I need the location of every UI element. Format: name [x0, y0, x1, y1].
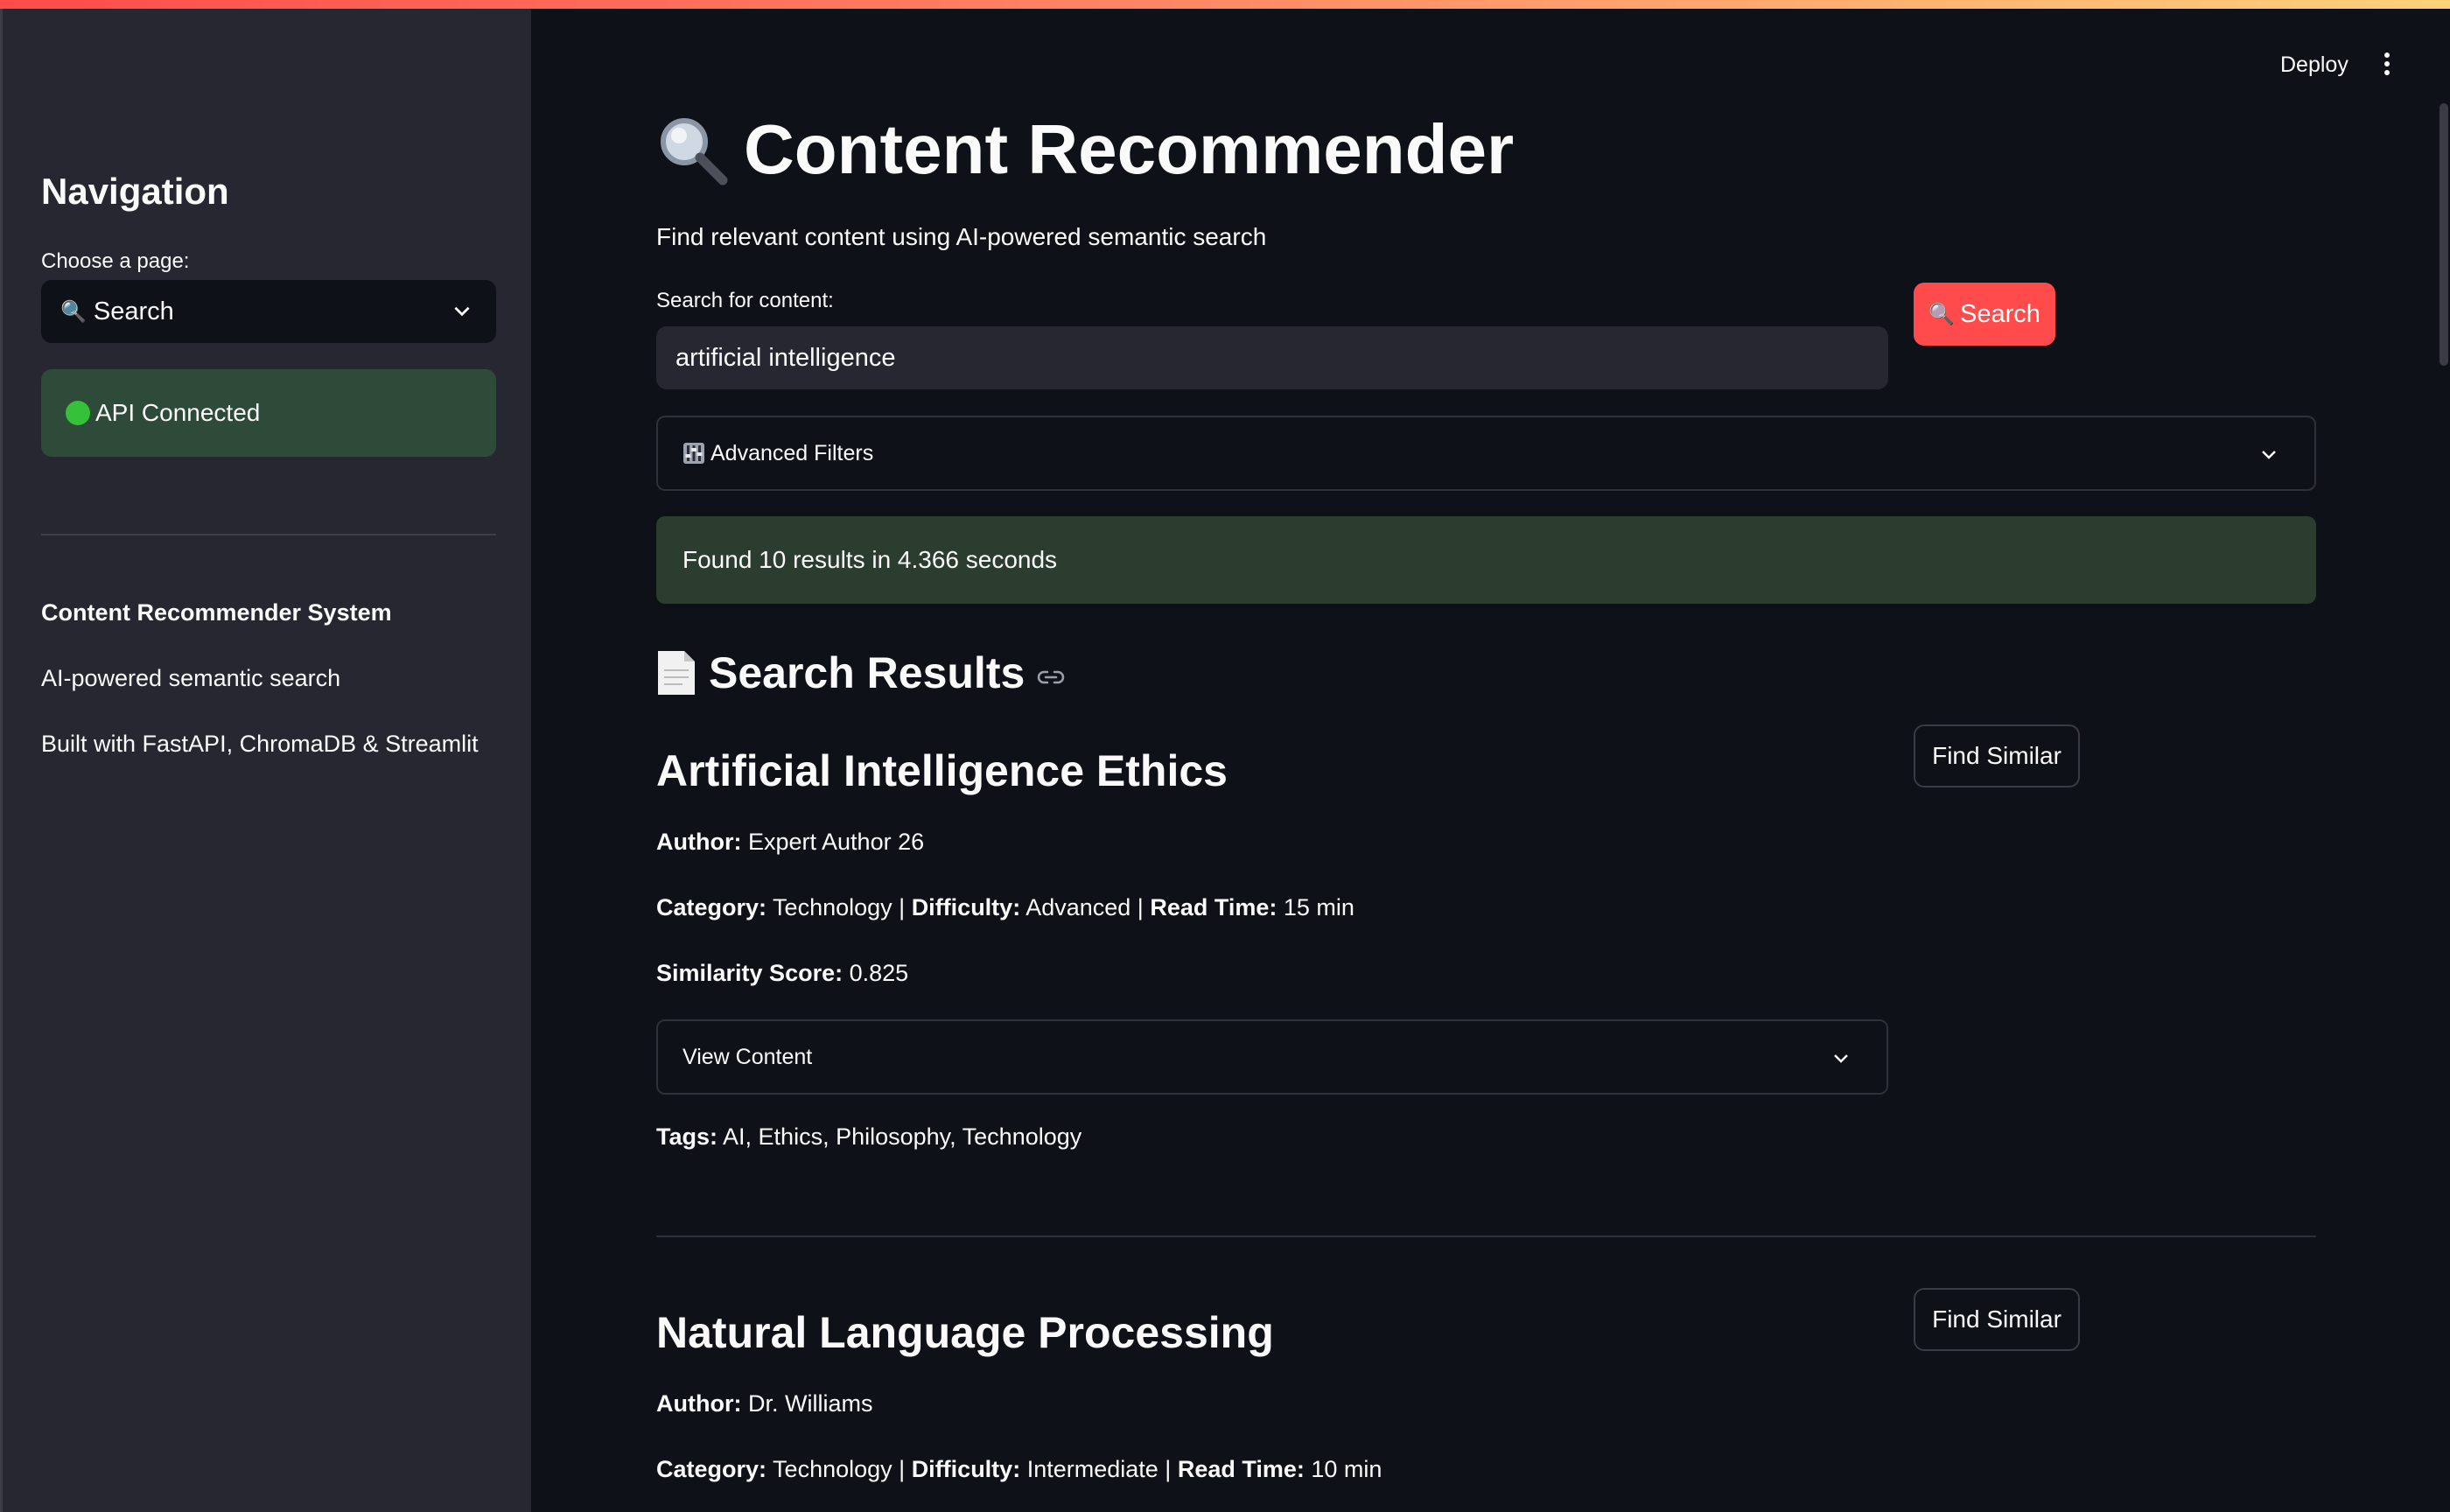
search-button[interactable]: 🔍 Search	[1914, 283, 2055, 346]
link-icon[interactable]	[1037, 668, 1065, 686]
similarity-value: 0.825	[849, 960, 909, 986]
scrollbar-thumb[interactable]	[2440, 103, 2448, 366]
result-divider	[656, 1236, 2316, 1237]
result-meta: Category: Technology | Difficulty: Advan…	[656, 894, 1354, 920]
results-heading: Search Results	[656, 648, 1065, 698]
find-similar-button[interactable]: Find Similar	[1914, 1288, 2080, 1351]
result-tags: Tags: AI, Ethics, Philosophy, Technology	[656, 1124, 1082, 1151]
api-status-text: API Connected	[95, 399, 261, 426]
page-title-text: Content Recommender	[744, 110, 1515, 188]
sidebar-title: Navigation	[41, 171, 229, 212]
chevron-down-icon	[2262, 451, 2276, 459]
result-card: Natural Language Processing Find Similar…	[656, 1288, 2316, 1512]
page-select[interactable]: 🔍 Search	[41, 280, 496, 343]
category-label: Category:	[656, 1456, 767, 1482]
difficulty-value: Intermediate	[1026, 1456, 1158, 1482]
category-label: Category:	[656, 894, 767, 920]
category-value: Technology	[773, 1456, 892, 1482]
chevron-down-icon	[454, 306, 470, 317]
control-knobs-icon	[683, 443, 704, 464]
difficulty-label: Difficulty:	[911, 1456, 1021, 1482]
tags-label: Tags:	[656, 1124, 718, 1150]
results-found-message: Found 10 results in 4.366 seconds	[656, 516, 2316, 604]
result-similarity: Similarity Score: 0.825	[656, 960, 908, 987]
api-status-box: API Connected	[41, 369, 496, 457]
result-author: Author: Dr. Williams	[656, 1390, 872, 1418]
document-icon	[658, 651, 695, 695]
difficulty-value: Advanced	[1026, 894, 1131, 920]
status-dot-icon	[66, 401, 90, 425]
page-title: Content Recommender	[656, 109, 1514, 190]
category-value: Technology	[773, 894, 892, 920]
sidebar: Navigation Choose a page: 🔍 Search API C…	[0, 9, 531, 1512]
sidebar-divider	[41, 534, 496, 536]
top-decoration-bar	[0, 0, 2450, 9]
more-options-icon[interactable]	[2382, 51, 2392, 77]
view-content-expander[interactable]: View Content	[656, 1019, 1888, 1095]
sidebar-built-with: Built with FastAPI, ChromaDB & Streamlit	[41, 731, 479, 757]
search-label: Search for content:	[656, 289, 834, 312]
page-select-value: Search	[93, 297, 174, 326]
deploy-button[interactable]: Deploy	[2280, 52, 2348, 78]
author-value: Expert Author 26	[747, 829, 925, 855]
result-title: Natural Language Processing	[656, 1308, 1274, 1357]
view-content-label: View Content	[682, 1044, 813, 1069]
search-button-label: Search	[1960, 299, 2040, 328]
magnifier-icon: 🔍	[1928, 302, 1955, 326]
magnifier-icon: 🔍	[60, 299, 87, 324]
advanced-filters-label: Advanced Filters	[710, 440, 874, 466]
tags-value: AI, Ethics, Philosophy, Technology	[723, 1124, 1082, 1150]
find-similar-button[interactable]: Find Similar	[1914, 724, 2080, 788]
difficulty-label: Difficulty:	[911, 894, 1021, 920]
results-heading-text: Search Results	[709, 648, 1026, 697]
author-value: Dr. Williams	[747, 1390, 873, 1417]
page-subtitle: Find relevant content using AI-powered s…	[656, 223, 1267, 250]
magnifier-icon	[661, 118, 728, 186]
search-input[interactable]: artificial intelligence	[656, 326, 1888, 389]
read-time-label: Read Time:	[1177, 1456, 1305, 1482]
page-select-label: Choose a page:	[41, 249, 190, 273]
read-time-value: 15 min	[1283, 894, 1354, 920]
author-label: Author:	[656, 829, 742, 855]
read-time-value: 10 min	[1311, 1456, 1382, 1482]
result-card: Artificial Intelligence Ethics Find Simi…	[656, 724, 2316, 1166]
result-title: Artificial Intelligence Ethics	[656, 746, 1228, 795]
read-time-label: Read Time:	[1150, 894, 1278, 920]
result-author: Author: Expert Author 26	[656, 829, 924, 856]
author-label: Author:	[656, 1390, 742, 1417]
system-name: Content Recommender System	[41, 599, 392, 626]
similarity-label: Similarity Score:	[656, 960, 844, 986]
advanced-filters-expander[interactable]: Advanced Filters	[656, 416, 2316, 491]
sidebar-tagline: AI-powered semantic search	[41, 665, 341, 691]
chevron-down-icon	[1834, 1054, 1848, 1063]
result-meta: Category: Technology | Difficulty: Inter…	[656, 1456, 1382, 1482]
